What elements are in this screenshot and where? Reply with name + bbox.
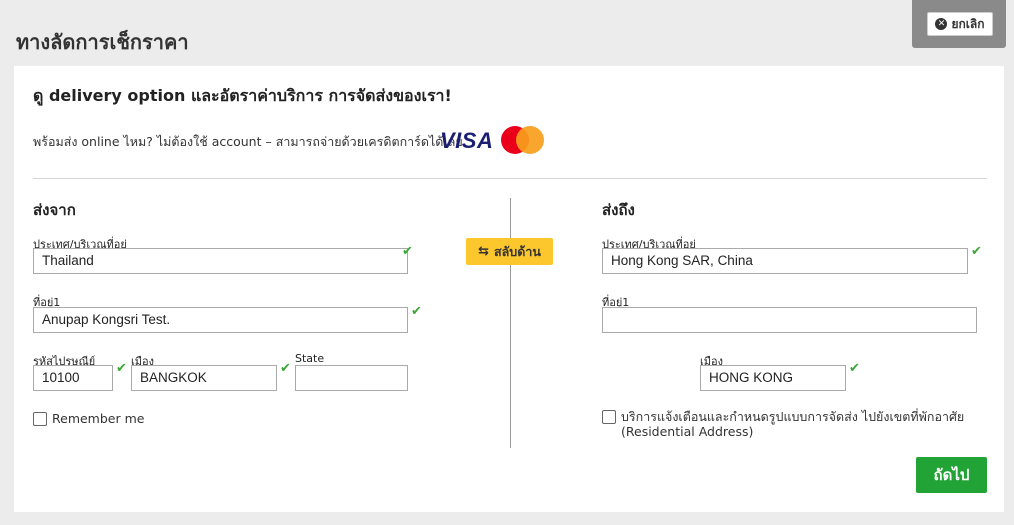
column-divider [510, 198, 511, 448]
remember-me-label: Remember me [52, 411, 145, 426]
visa-logo: VISA [440, 128, 494, 153]
remember-me-checkbox[interactable] [33, 412, 47, 426]
mastercard-logo [501, 126, 545, 154]
valid-check-icon: ✔ [971, 244, 982, 259]
residential-label: บริการแจ้งเตือนและกำหนดรูปแบบการจัดส่ง ไ… [621, 409, 965, 424]
close-circle-icon: ✕ [935, 18, 948, 30]
from-city-field[interactable]: BANGKOK [131, 365, 277, 391]
swap-button[interactable]: ⇆ สลับด้าน [466, 238, 553, 265]
to-title: ส่งถึง [602, 201, 635, 219]
payment-text: พร้อมส่ง online ไหม? ไม่ต้องใช้ account … [33, 134, 463, 149]
page-title: ทางลัดการเช็กราคา [16, 30, 189, 54]
to-city-field[interactable]: HONG KONG [700, 365, 846, 391]
valid-check-icon: ✔ [849, 361, 860, 376]
swap-label: สลับด้าน [494, 243, 541, 259]
next-button[interactable]: ถัดไป [916, 457, 987, 493]
rate-check-card: ดู delivery option และอัตราค่าบริการ การ… [14, 66, 1004, 512]
section-divider [33, 178, 987, 179]
cancel-panel: ✕ ยกเลิก [912, 0, 1006, 48]
residential-checkbox[interactable] [602, 410, 616, 424]
swap-arrows-icon: ⇆ [478, 244, 489, 259]
valid-check-icon: ✔ [280, 361, 291, 376]
to-address1-field[interactable] [602, 307, 977, 333]
residential-sub-label: (Residential Address) [621, 424, 754, 439]
from-postcode-field[interactable]: 10100 [33, 365, 113, 391]
to-country-field[interactable]: Hong Kong SAR, China [602, 248, 968, 274]
from-state-label: State [295, 352, 325, 365]
headline: ดู delivery option และอัตราค่าบริการ การ… [33, 86, 452, 105]
valid-check-icon: ✔ [411, 304, 422, 319]
from-address1-field[interactable]: Anupap Kongsri Test. [33, 307, 408, 333]
cancel-label: ยกเลิก [951, 16, 985, 31]
cancel-button[interactable]: ✕ ยกเลิก [927, 12, 993, 36]
valid-check-icon: ✔ [116, 361, 127, 376]
from-country-field[interactable]: Thailand [33, 248, 408, 274]
from-state-field[interactable] [295, 365, 408, 391]
valid-check-icon: ✔ [402, 244, 413, 259]
from-title: ส่งจาก [33, 201, 76, 219]
